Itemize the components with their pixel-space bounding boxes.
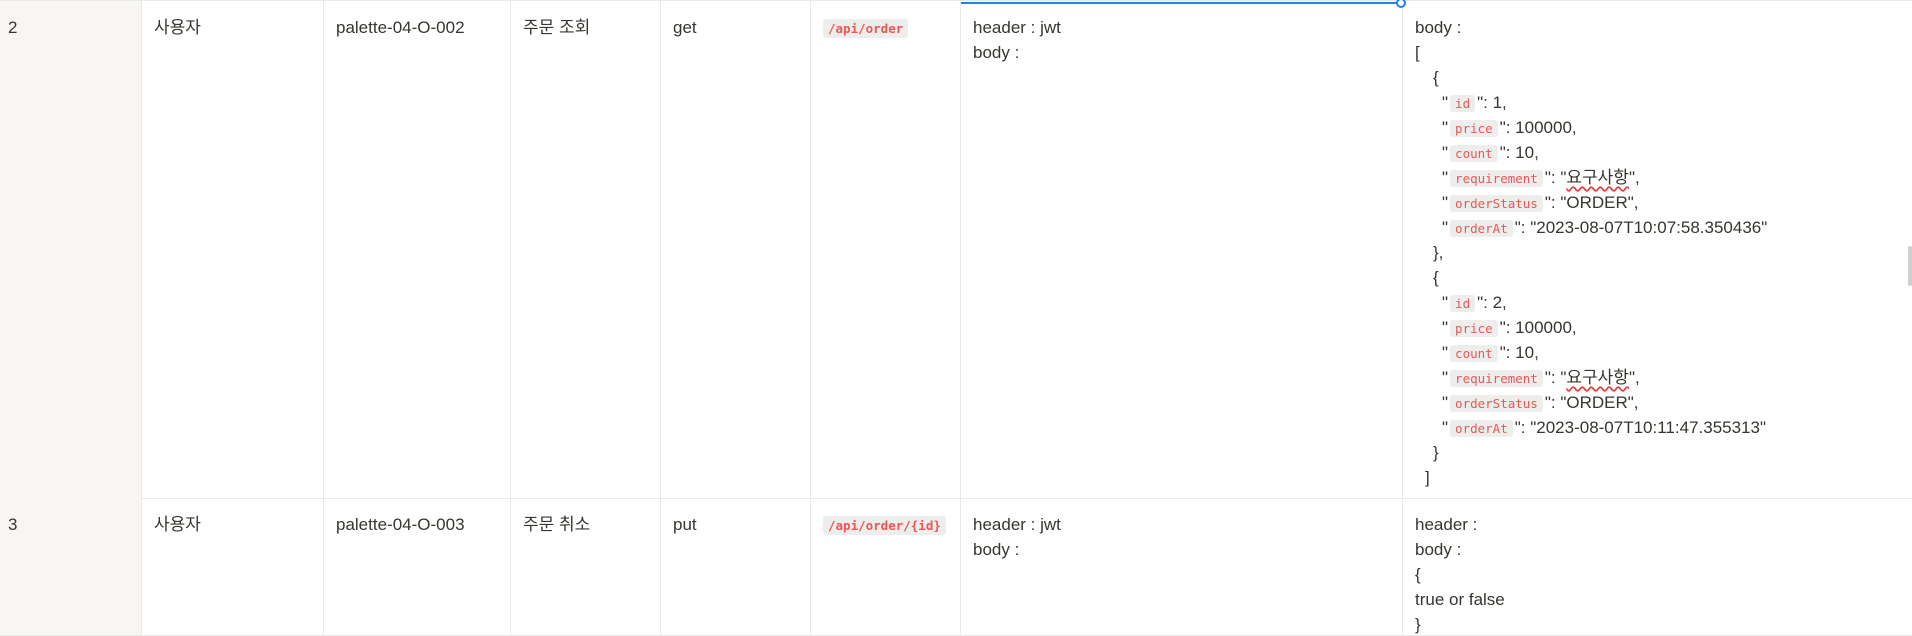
response-line: [ [1415, 43, 1420, 62]
json-field: " id ": 2, [1442, 293, 1507, 312]
api-id-text: palette-04-O-002 [336, 18, 465, 37]
json-field: " requirement ": "요구사항", [1442, 168, 1640, 187]
api-id-text: palette-04-O-003 [336, 515, 465, 534]
json-key-code: price [1450, 320, 1498, 337]
vertical-scrollbar[interactable] [1904, 0, 1912, 635]
json-field: " orderAt ": "2023-08-07T10:11:47.355313" [1442, 418, 1767, 437]
json-field: " orderStatus ": "ORDER", [1442, 193, 1639, 212]
row-number: 3 [8, 515, 18, 534]
row-number-cell[interactable]: 2 [0, 1, 142, 498]
json-field: " orderAt ": "2023-08-07T10:07:58.350436" [1442, 218, 1768, 237]
json-key-code: orderStatus [1450, 195, 1543, 212]
table-row: 2 사용자 palette-04-O-002 주문 조회 get /api/or… [0, 0, 1912, 499]
json-key-code: orderStatus [1450, 395, 1543, 412]
api-id-cell[interactable]: palette-04-O-003 [324, 498, 511, 635]
response-line: body : [1415, 18, 1462, 37]
method-cell[interactable]: put [661, 498, 811, 635]
response-line: }, [1433, 243, 1444, 262]
request-line: header : jwt [973, 515, 1061, 534]
request-cell[interactable]: header : jwt body : [961, 1, 1403, 498]
actor-cell[interactable]: 사용자 [142, 1, 324, 498]
request-line: body : [973, 43, 1020, 62]
api-name-text: 주문 취소 [523, 515, 591, 534]
json-key-code: count [1450, 345, 1498, 362]
json-key-code: id [1450, 295, 1476, 312]
response-line: ] [1425, 468, 1430, 487]
json-field: " requirement ": "요구사항", [1442, 368, 1640, 387]
path-code: /api/order/{id} [823, 516, 946, 535]
actor-text: 사용자 [154, 18, 201, 37]
method-cell[interactable]: get [661, 1, 811, 498]
response-line: { [1433, 268, 1439, 287]
response-line: { [1415, 565, 1421, 584]
response-line: true or false [1415, 590, 1505, 609]
api-id-cell[interactable]: palette-04-O-002 [324, 1, 511, 498]
actor-cell[interactable]: 사용자 [142, 498, 324, 635]
json-key-code: orderAt [1450, 220, 1513, 237]
response-cell[interactable]: body : [ { " id ": 1, " price ": 100000, " co… [1403, 1, 1912, 498]
request-line: header : jwt [973, 18, 1061, 37]
api-name-text: 주문 조회 [523, 18, 591, 37]
json-key-code: id [1450, 95, 1476, 112]
json-key-code: count [1450, 145, 1498, 162]
api-name-cell[interactable]: 주문 취소 [511, 498, 661, 635]
request-line: body : [973, 540, 1020, 559]
method-text: get [673, 18, 697, 37]
request-cell[interactable]: header : jwt body : [961, 498, 1403, 635]
json-field: " orderStatus ": "ORDER", [1442, 393, 1639, 412]
json-key-code: requirement [1450, 170, 1543, 187]
response-line: } [1433, 443, 1439, 462]
json-field: " count ": 10, [1442, 343, 1539, 362]
response-line: { [1433, 68, 1439, 87]
api-name-cell[interactable]: 주문 조회 [511, 1, 661, 498]
row-number: 2 [8, 18, 18, 37]
json-field: " count ": 10, [1442, 143, 1539, 162]
spellcheck-word: 요구사항 [1566, 368, 1629, 387]
response-line: } [1415, 615, 1421, 634]
table-row: 3 사용자 palette-04-O-003 주문 취소 put /api/or… [0, 498, 1912, 636]
row-number-cell[interactable]: 3 [0, 498, 142, 635]
json-field: " price ": 100000, [1442, 118, 1577, 137]
actor-text: 사용자 [154, 515, 201, 534]
path-code: /api/order [823, 19, 909, 38]
json-key-code: requirement [1450, 370, 1543, 387]
json-key-code: orderAt [1450, 420, 1513, 437]
json-field: " price ": 100000, [1442, 318, 1577, 337]
method-text: put [673, 515, 697, 534]
path-cell[interactable]: /api/order/{id} [811, 498, 961, 635]
json-key-code: price [1450, 120, 1498, 137]
json-field: " id ": 1, [1442, 93, 1507, 112]
response-cell[interactable]: header : body : { true or false } [1403, 498, 1912, 635]
scrollbar-thumb[interactable] [1908, 246, 1912, 286]
response-line: header : [1415, 515, 1478, 534]
path-cell[interactable]: /api/order [811, 1, 961, 498]
spellcheck-word: 요구사항 [1566, 168, 1629, 187]
response-line: body : [1415, 540, 1462, 559]
cell-selection-indicator [961, 0, 1403, 4]
